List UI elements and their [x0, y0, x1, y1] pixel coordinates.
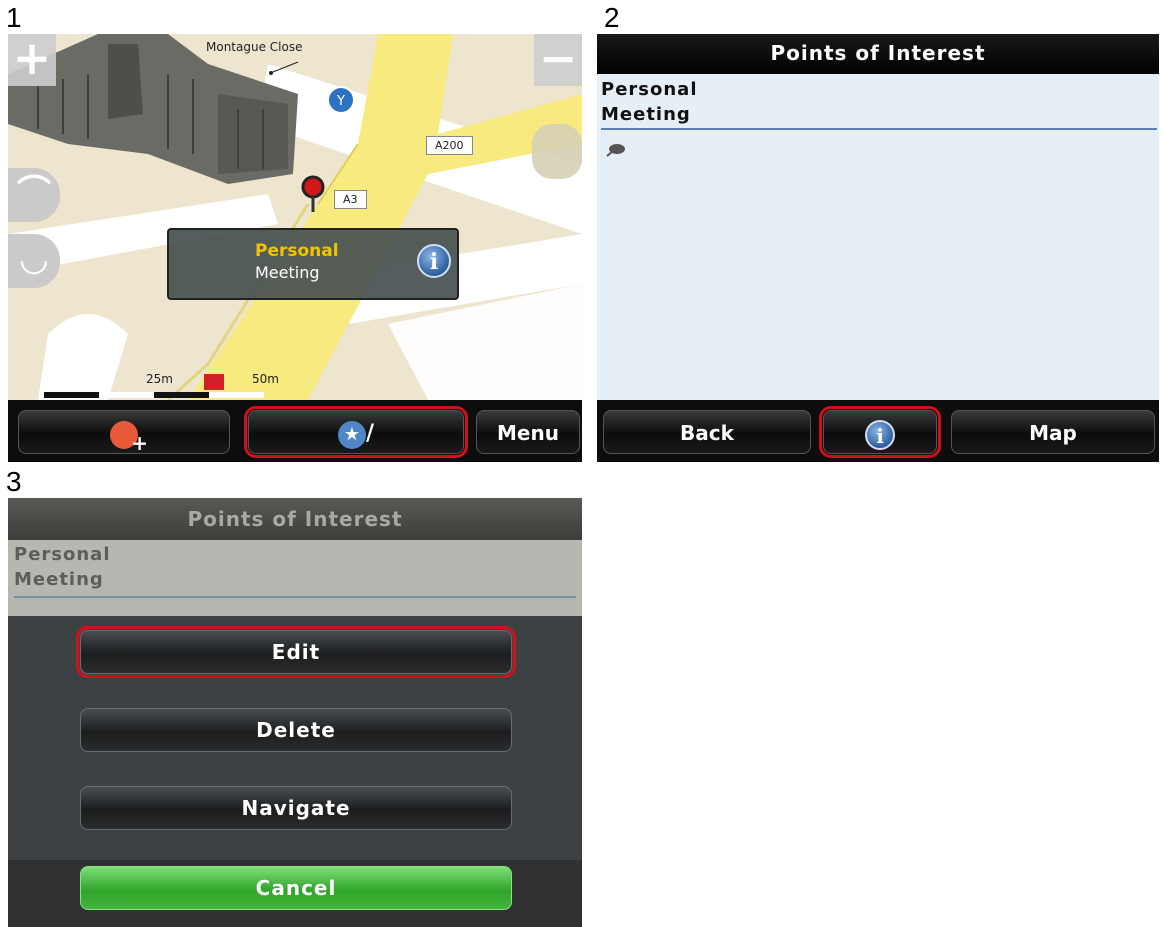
page-title: Points of Interest: [8, 498, 582, 540]
page-title: Points of Interest: [597, 34, 1159, 74]
popup-name: Meeting: [255, 263, 320, 282]
road-sign-a200: A200: [426, 136, 473, 155]
popup-category: Personal: [255, 241, 339, 261]
step-number-2: 2: [604, 2, 620, 33]
favorites-button[interactable]: ★ /: [244, 406, 468, 458]
cancel-button[interactable]: Cancel: [80, 866, 512, 910]
scale-label-50: 50m: [252, 372, 279, 386]
menu-button[interactable]: Menu: [476, 410, 580, 454]
zoom-in-button[interactable]: +: [8, 34, 56, 86]
poi-category: Personal: [601, 79, 698, 100]
add-poi-button[interactable]: +: [18, 410, 230, 455]
map-screen: Y + − ⌒ ◡ Montague Close A200 A3 Persona…: [8, 34, 582, 462]
arc-up-icon: ⌒: [17, 173, 51, 213]
svg-text:Y: Y: [336, 94, 345, 109]
step-number-1: 1: [6, 2, 22, 33]
map-view[interactable]: Y: [8, 34, 582, 400]
map-bottom-bar: + ★ / Menu: [8, 400, 582, 462]
poi-options-dialog-screen: Points of Interest Personal Meeting Edit…: [8, 498, 582, 927]
edit-button[interactable]: Edit: [76, 626, 516, 678]
poi-popup[interactable]: Personal Meeting i: [167, 228, 459, 300]
info-icon: i: [865, 419, 895, 450]
map-button[interactable]: Map: [951, 410, 1155, 454]
add-poi-icon: +: [110, 420, 148, 455]
info-button[interactable]: i: [819, 406, 941, 458]
info-icon[interactable]: i: [417, 244, 451, 278]
street-label: Montague Close: [206, 40, 303, 54]
parking-sign-icon: [204, 374, 224, 390]
arc-down-icon: ◡: [20, 239, 48, 279]
tilt-up-button[interactable]: ⌒: [8, 168, 60, 222]
step-number-3: 3: [6, 466, 22, 497]
scale-label-25: 25m: [146, 372, 173, 386]
divider: [14, 596, 576, 598]
poi-name: Meeting: [601, 104, 691, 125]
poi-list-bottom-bar: Back i Map: [597, 400, 1159, 462]
tilt-down-button[interactable]: ◡: [8, 234, 60, 288]
navigate-button[interactable]: Navigate: [80, 786, 512, 830]
star-slash-icon: ★: [337, 420, 366, 449]
delete-button[interactable]: Delete: [80, 708, 512, 752]
poi-category: Personal: [14, 544, 111, 565]
pin-icon[interactable]: [605, 142, 627, 158]
poi-summary: Personal Meeting: [8, 540, 582, 616]
back-button[interactable]: Back: [603, 410, 811, 454]
poi-name: Meeting: [14, 569, 104, 590]
zoom-out-button[interactable]: −: [534, 34, 582, 86]
divider: [601, 128, 1157, 130]
road-sign-a3: A3: [334, 190, 367, 209]
poi-list-screen: Points of Interest Personal Meeting Back…: [597, 34, 1159, 462]
